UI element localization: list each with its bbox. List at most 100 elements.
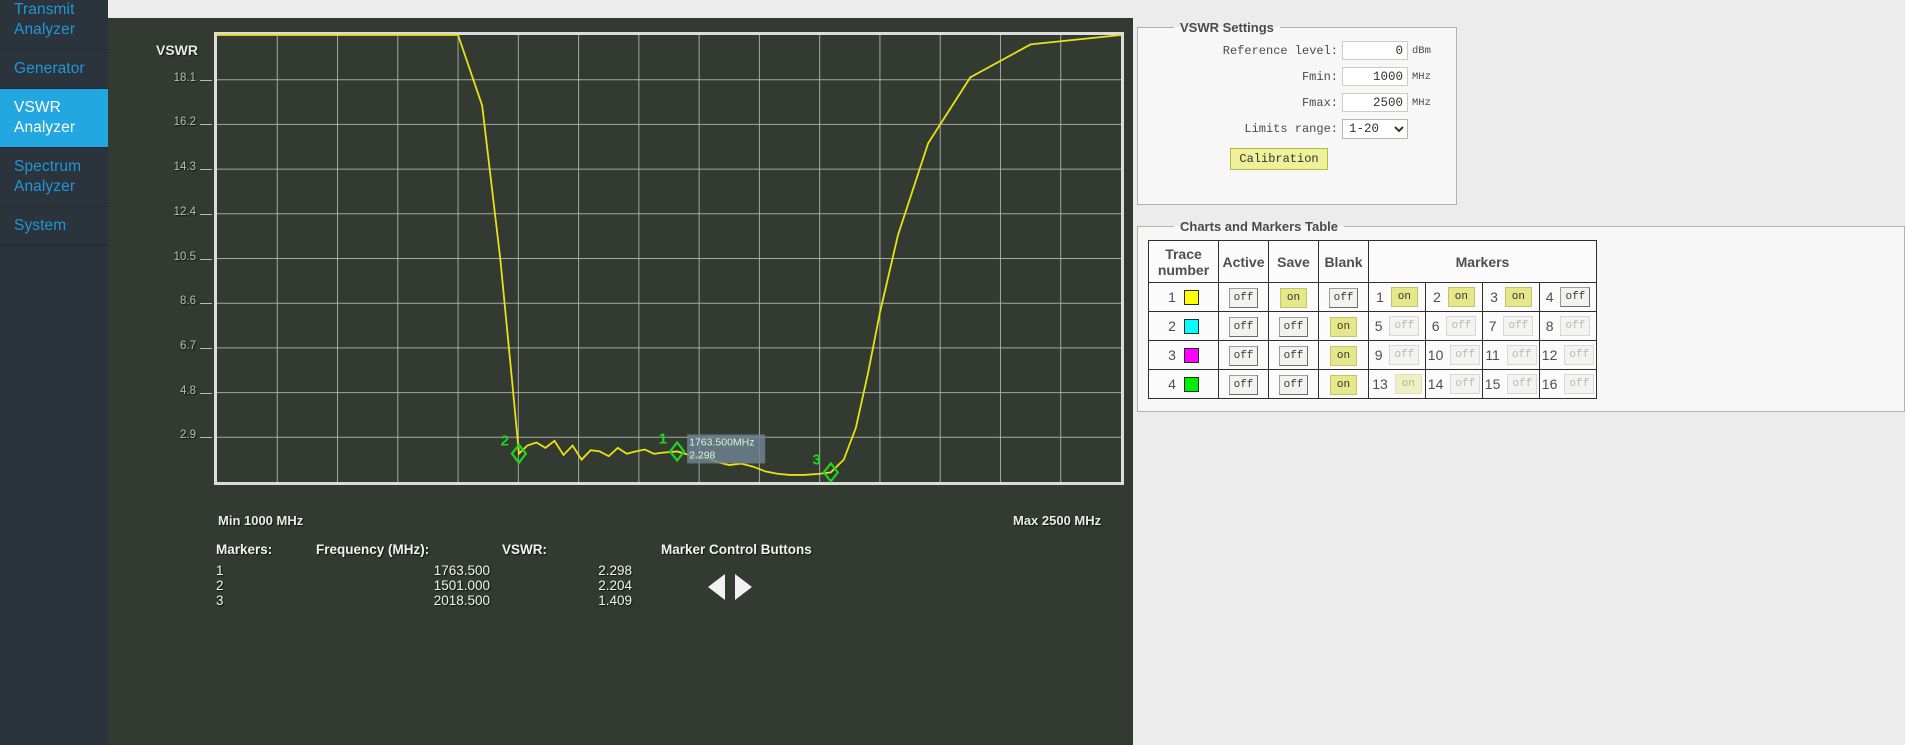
right-column: VSWR Settings Reference level: dBm Fmin:… [1137,20,1905,426]
marker-toggle[interactable]: off [1389,345,1420,365]
markers-table-body: 1 off on off 1 on 2 on 3 on 4 off 2 off off on 5 off 6 off 7… [1148,282,1597,399]
marker-toggle[interactable]: on [1390,287,1418,307]
marker-readout-row: 2 1501.000 2.204 [216,578,632,593]
trace-color-swatch[interactable] [1183,376,1199,392]
marker-number: 4 [1545,289,1554,305]
marker-toggle[interactable]: on [1447,287,1475,307]
marker-cell-inner: 5 off [1369,316,1425,336]
trace-color-swatch[interactable] [1183,318,1199,334]
marker-cell-inner: 3 on [1483,287,1539,307]
sidebar-item-vswr-analyzer[interactable]: VSWR Analyzer [0,89,108,148]
reference-level-input[interactable] [1342,41,1408,60]
marker-toggle[interactable]: on [1504,287,1532,307]
marker-readout: Markers: Frequency (MHz): VSWR: 1 1763.50… [216,542,632,608]
readout-frequency: 1763.500 [433,563,490,578]
marker-toggle[interactable]: off [1560,316,1591,336]
triangle-right-icon[interactable] [735,574,752,600]
marker-toggle[interactable]: off [1507,374,1538,394]
header-save: Save [1268,240,1319,283]
active-toggle[interactable]: off [1228,316,1259,337]
blank-cell: off [1318,282,1369,312]
chart-gridlines [217,35,1121,482]
readout-frequency: 2018.500 [433,593,490,608]
y-axis-tick-label: 14.3 [173,161,196,174]
save-toggle[interactable]: off [1278,374,1309,395]
reference-level-label: Reference level: [1222,43,1338,58]
marker-toggle[interactable]: off [1560,287,1591,307]
charts-and-markers-panel: Charts and Markers Table Trace number Ac… [1137,219,1905,412]
calibration-button[interactable]: Calibration [1230,148,1328,170]
sidebar-item-label: Transmit Analyzer [14,1,76,38]
active-toggle[interactable]: off [1228,287,1259,308]
fmin-label: Fmin: [1301,69,1338,84]
marker-cell: 1 on [1368,282,1426,312]
limits-range-label: Limits range: [1244,122,1338,136]
marker-cell: 2 on [1425,282,1483,312]
y-axis-tick-mark [200,169,212,171]
limits-range-select[interactable]: 1-20 [1342,119,1408,139]
trace-number-cell: 1 [1148,282,1219,312]
marker-cell: 5 off [1368,311,1426,341]
marker-toggle[interactable]: off [1564,374,1595,394]
blank-toggle[interactable]: on [1330,374,1357,395]
save-cell: off [1268,340,1319,370]
marker-toggle[interactable]: off [1506,345,1537,365]
blank-toggle[interactable]: on [1330,345,1357,366]
y-axis-tick-label: 10.5 [173,250,196,263]
active-toggle[interactable]: off [1228,345,1259,366]
tooltip-value: 2.298 [689,449,715,461]
app-root: Transmit Analyzer Generator VSWR Analyzer S… [0,0,1905,745]
fmax-row: Fmax: MHz [1148,93,1446,112]
active-cell: off [1218,369,1269,399]
save-toggle[interactable]: off [1278,345,1309,366]
blank-toggle[interactable]: off [1328,287,1359,308]
marker-toggle[interactable]: off [1450,374,1481,394]
readout-vswr: 2.204 [598,578,632,593]
sidebar-item-spectrum-analyzer[interactable]: Spectrum Analyzer [0,148,108,207]
marker-number: 9 [1374,347,1383,363]
marker-toggle[interactable]: off [1446,316,1477,336]
save-toggle[interactable]: off [1278,316,1309,337]
trace-cell: 4 [1149,376,1218,392]
header-trace-number: Trace number [1148,240,1219,283]
plot-area[interactable]: 1 2 3 1763.500MHz 2.298 18.1 16.2 14.3 12.4 10.5… [174,32,1124,485]
readout-vswr: 1.409 [598,593,632,608]
table-row: 4 off off on 13 on 14 off 15 off 16 off [1148,369,1597,399]
marker-cell: 14 off [1425,369,1483,399]
active-toggle[interactable]: off [1228,374,1259,395]
marker-toggle[interactable]: on [1394,374,1422,394]
trace-color-swatch[interactable] [1183,347,1199,363]
readout-vswr: 2.298 [598,563,632,578]
marker-number: 3 [1490,289,1498,305]
trace-color-swatch[interactable] [1183,289,1199,305]
sidebar-item-generator[interactable]: Generator [0,50,108,89]
marker-toggle[interactable]: off [1564,345,1595,365]
y-axis-tick-label: 8.6 [180,295,196,308]
marker-toggle[interactable]: off [1450,345,1481,365]
y-axis-tick-mark [200,79,212,81]
save-cell: off [1268,311,1319,341]
marker-cell: 6 off [1425,311,1483,341]
save-toggle[interactable]: on [1280,287,1307,308]
save-cell: off [1268,369,1319,399]
marker-readout-header-row: Markers: Frequency (MHz): VSWR: [216,542,632,563]
freq-max-label: Max 2500 MHz [1013,513,1102,528]
y-axis-tick-label: 2.9 [180,429,196,442]
marker-cell: 12 off [1539,340,1597,370]
sidebar-item-transmit-analyzer[interactable]: Transmit Analyzer [0,0,108,50]
marker-toggle[interactable]: off [1503,316,1534,336]
reference-level-row: Reference level: dBm [1148,41,1446,60]
sidebar-item-system[interactable]: System [0,207,108,246]
trace-cell: 2 [1149,318,1218,334]
marker-number: 6 [1431,318,1440,334]
marker-tooltip: 1763.500MHz2.298 [687,434,766,464]
blank-toggle[interactable]: on [1330,316,1357,337]
fmin-input[interactable] [1342,67,1408,86]
triangle-left-icon[interactable] [708,574,725,600]
trace-line [217,34,1122,476]
fmax-input[interactable] [1342,93,1408,112]
fmin-unit: MHz [1412,70,1431,83]
marker-control-title: Marker Control Buttons [661,542,812,557]
marker-toggle[interactable]: off [1389,316,1420,336]
marker-cell-inner: 8 off [1540,316,1596,336]
